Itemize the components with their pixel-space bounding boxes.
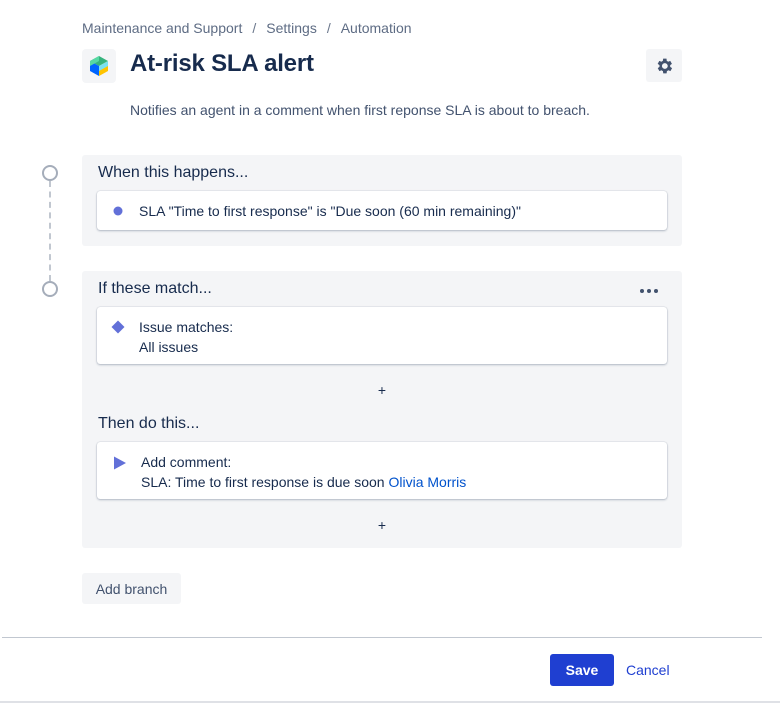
play-triangle-icon bbox=[114, 456, 126, 470]
more-options-button[interactable] bbox=[634, 281, 664, 301]
footer-divider bbox=[2, 637, 762, 638]
condition-heading: If these match... bbox=[98, 280, 212, 297]
trigger-text: SLA "Time to first response" is "Due soo… bbox=[139, 203, 521, 219]
trigger-card[interactable]: SLA "Time to first response" is "Due soo… bbox=[97, 191, 667, 230]
dot-icon bbox=[113, 206, 123, 216]
branch-panel: If these match... Issue matches: All iss… bbox=[82, 271, 682, 548]
condition-label: Issue matches: bbox=[139, 319, 234, 335]
condition-value: All issues bbox=[139, 339, 199, 355]
add-component-button[interactable]: + bbox=[372, 382, 392, 398]
settings-button[interactable] bbox=[646, 49, 682, 82]
gear-icon bbox=[657, 58, 673, 73]
timeline-node-condition bbox=[42, 281, 58, 297]
save-button[interactable]: Save bbox=[550, 654, 614, 686]
page-title: At-risk SLA alert bbox=[130, 50, 314, 77]
breadcrumb: Maintenance and Support / Settings / Aut… bbox=[82, 20, 412, 36]
more-icon bbox=[640, 289, 644, 293]
breadcrumb-separator: / bbox=[252, 20, 257, 36]
timeline-node-trigger bbox=[42, 165, 58, 181]
breadcrumb-item-settings[interactable]: Settings bbox=[266, 20, 317, 36]
user-mention-link[interactable]: Olivia Morris bbox=[388, 474, 466, 490]
trigger-heading: When this happens... bbox=[98, 164, 249, 181]
action-text-line: SLA: Time to first response is due soon … bbox=[141, 472, 466, 492]
action-comment-text: SLA: Time to first response is due soon bbox=[141, 474, 385, 490]
breadcrumb-separator: / bbox=[326, 20, 331, 36]
add-action-button[interactable]: + bbox=[372, 517, 392, 533]
breadcrumb-item-automation[interactable]: Automation bbox=[341, 20, 412, 36]
cancel-button[interactable]: Cancel bbox=[622, 654, 674, 686]
automation-logo-icon bbox=[82, 49, 116, 83]
condition-card[interactable]: Issue matches: All issues bbox=[97, 307, 667, 364]
more-icon bbox=[654, 289, 658, 293]
timeline-connector bbox=[49, 181, 51, 281]
action-card[interactable]: Add comment: SLA: Time to first response… bbox=[97, 442, 667, 499]
breadcrumb-item-project[interactable]: Maintenance and Support bbox=[82, 20, 242, 36]
action-heading: Then do this... bbox=[98, 415, 200, 432]
diamond-icon bbox=[111, 320, 125, 334]
trigger-panel: When this happens... SLA "Time to first … bbox=[82, 155, 682, 246]
rule-description: Notifies an agent in a comment when firs… bbox=[130, 102, 590, 118]
action-label: Add comment: bbox=[141, 454, 232, 470]
more-icon bbox=[647, 289, 651, 293]
add-branch-button[interactable]: Add branch bbox=[82, 573, 181, 604]
